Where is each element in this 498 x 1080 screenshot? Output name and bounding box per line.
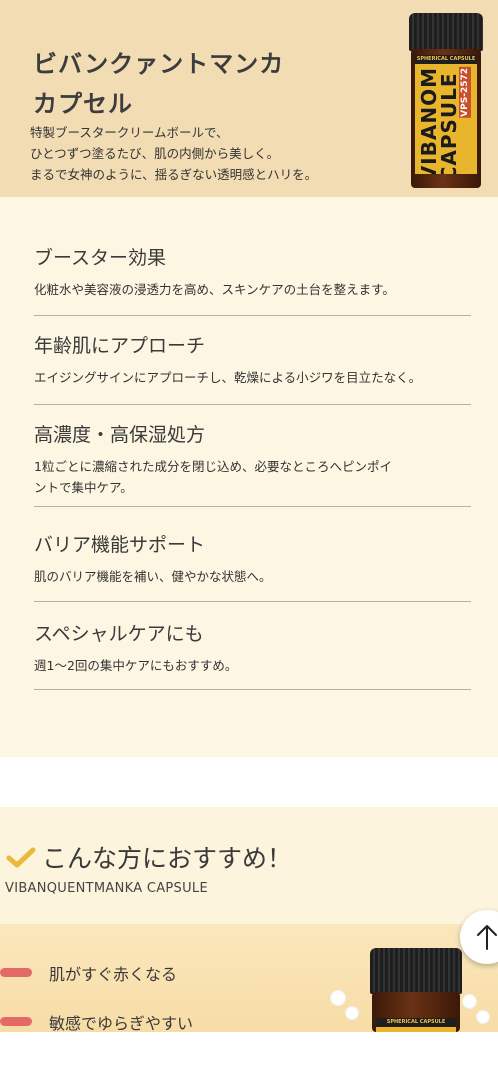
bottle-body: SPHERICAL CAPSULE VIBANOM CAPSULE VPS-25…: [411, 49, 481, 188]
feature-item: 年齢肌にアプローチ エイジングサインにアプローチし、乾燥による小ジワを目立たなく…: [34, 333, 471, 405]
arrow-up-icon: [477, 925, 497, 950]
label-top-text: SPHERICAL CAPSULE: [415, 55, 477, 64]
feature-item: 高濃度・高保湿処方 1粒ごとに濃縮された成分を閉じ込め、必要なところへピンポイ …: [34, 422, 471, 507]
recommend-item-text: 肌がすぐ赤くなる: [49, 965, 178, 984]
recommend-item: 敏感でゆらぎやすい: [0, 1010, 260, 1034]
page-bottom: [0, 1032, 498, 1080]
recommend-list: 肌がすぐ赤くなる 敏感でゆらぎやすい SPHERICAL CAPSULE: [0, 924, 498, 1034]
capsule-ball: [462, 994, 477, 1009]
feature-item: スペシャルケアにも 週1〜2回の集中ケアにもおすすめ。: [34, 621, 471, 690]
recommend-title: こんな方におすすめ！: [42, 844, 293, 873]
recommend-item: 肌がすぐ赤くなる: [0, 961, 260, 985]
bottle-body: SPHERICAL CAPSULE: [372, 992, 460, 1032]
hero-description: 特製ブースタークリームボールで、 ひとつずつ塗るたび、肌の内側から美しく。 まる…: [30, 122, 400, 185]
capsule-ball: [330, 990, 346, 1006]
feature-desc-line: 化粧水や美容液の浸透力を高め、スキンケアの土台を整えます。: [34, 282, 395, 297]
product-bottle-image: SPHERICAL CAPSULE VIBANOM CAPSULE VPS-25…: [409, 13, 483, 188]
feature-desc: 化粧水や美容液の浸透力を高め、スキンケアの土台を整えます。: [34, 279, 471, 300]
feature-title: 年齢肌にアプローチ: [34, 335, 206, 357]
feature-desc-line: 1粒ごとに濃縮された成分を閉じ込め、必要なところへピンポイ: [34, 459, 392, 474]
bottle-cap: [370, 948, 462, 994]
feature-item: ブースター効果 化粧水や美容液の浸透力を高め、スキンケアの土台を整えます。: [34, 245, 471, 316]
capsule-ball: [345, 1006, 359, 1020]
section-spacer: [0, 757, 498, 807]
capsule-ball: [476, 1010, 490, 1024]
recommend-item-text: 敏感でゆらぎやすい: [49, 1014, 194, 1033]
feature-desc: 週1〜2回の集中ケアにもおすすめ。: [34, 655, 471, 676]
bottle-label: SPHERICAL CAPSULE VIBANOM CAPSULE VPS-25…: [415, 55, 477, 174]
feature-desc-line: 週1〜2回の集中ケアにもおすすめ。: [34, 658, 238, 673]
feature-desc: 1粒ごとに濃縮された成分を閉じ込め、必要なところへピンポイ ントで集中ケア。: [34, 456, 471, 498]
feature-desc-line: エイジングサインにアプローチし、乾燥による小ジワを目立たなく。: [34, 370, 422, 385]
feature-title: 高濃度・高保湿処方: [34, 424, 206, 446]
feature-title: スペシャルケアにも: [34, 623, 204, 645]
features-section: ブースター効果 化粧水や美容液の浸透力を高め、スキンケアの土台を整えます。 年齢…: [0, 197, 498, 757]
label-brand-text: VIBANOM CAPSULE: [417, 67, 461, 174]
feature-desc: エイジングサインにアプローチし、乾燥による小ジワを目立たなく。: [34, 367, 471, 388]
feature-desc-line: ントで集中ケア。: [34, 480, 133, 495]
brush-bullet-icon: [0, 1017, 32, 1026]
label-code-text: VPS-2572: [459, 67, 471, 118]
hero-title: ビバンクァントマンカ カプセル: [33, 44, 323, 124]
product-bottle-image: SPHERICAL CAPSULE: [370, 948, 462, 1032]
recommend-subtitle: VIBANQUENTMANKA CAPSULE: [5, 881, 208, 896]
hero-desc-line: まるで女神のように、揺るぎない透明感とハリを。: [30, 167, 318, 182]
hero-desc-line: 特製ブースタークリームボールで、: [30, 125, 229, 140]
brush-bullet-icon: [0, 968, 32, 977]
feature-title: バリア機能サポート: [34, 534, 206, 556]
bottle-cap: [409, 13, 483, 51]
check-icon: [6, 847, 36, 868]
hero-desc-line: ひとつずつ塗るたび、肌の内側から美しく。: [30, 146, 280, 161]
bottle-label: SPHERICAL CAPSULE: [376, 1018, 456, 1032]
hero-title-line: ビバンクァントマンカ: [33, 50, 285, 78]
feature-item: バリア機能サポート 肌のバリア機能を補い、健やかな状態へ。: [34, 532, 471, 602]
feature-title: ブースター効果: [34, 247, 167, 269]
feature-desc-line: 肌のバリア機能を補い、健やかな状態へ。: [34, 569, 272, 584]
feature-desc: 肌のバリア機能を補い、健やかな状態へ。: [34, 566, 471, 587]
label-top-text: SPHERICAL CAPSULE: [376, 1018, 456, 1027]
hero-title-line: カプセル: [33, 90, 133, 118]
recommend-header: こんな方におすすめ！ VIBANQUENTMANKA CAPSULE: [0, 807, 498, 924]
hero-section: ビバンクァントマンカ カプセル 特製ブースタークリームボールで、 ひとつずつ塗る…: [0, 0, 498, 197]
